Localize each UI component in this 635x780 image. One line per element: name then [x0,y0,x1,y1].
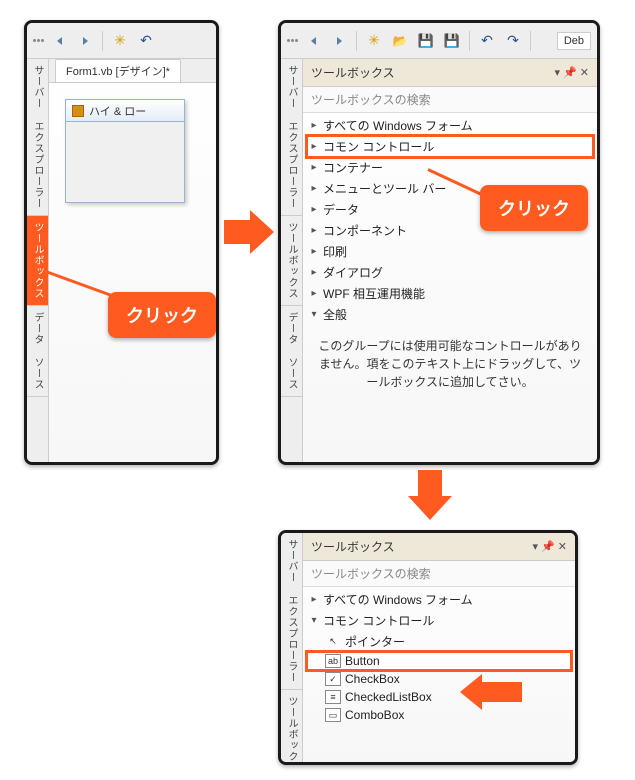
toolbox-search[interactable]: ツールボックスの検索 [303,561,575,587]
save-button[interactable]: 💾 [415,30,437,52]
controls-list: ↖ポインター abButton ✓CheckBox ≡CheckedListBo… [307,631,571,724]
category-containers[interactable]: コンテナー [307,157,593,178]
pin-icon[interactable]: ▾ 📌 ✕ [532,540,567,553]
save-all-button[interactable]: 💾 [441,30,463,52]
category-common-controls[interactable]: コモン コントロール [307,136,593,157]
designer-area: Form1.vb [デザイン]* ハイ & ロー [49,59,216,462]
checkbox-icon: ✓ [325,672,341,686]
pin-icon[interactable]: ▾ 📌 ✕ [554,66,589,79]
nav-dots-icon [33,39,44,42]
toolbar: ✳ ↶ [27,23,216,59]
form-icon [72,105,84,117]
toolbox-panel: ツールボックス ▾ 📌 ✕ ツールボックスの検索 すべての Windows フォ… [303,533,575,762]
document-tab[interactable]: Form1.vb [デザイン]* [55,59,181,82]
nav-back-button[interactable] [302,30,324,52]
category-common-controls[interactable]: コモン コントロール [307,610,571,631]
vtab-data-sources[interactable]: データ ソース [27,306,48,397]
nav-dots-icon [287,39,298,42]
category-all-forms[interactable]: すべての Windows フォーム [307,115,593,136]
undo-button[interactable]: ↶ [135,30,157,52]
new-item-button[interactable]: ✳ [363,30,385,52]
form-body[interactable] [66,122,184,202]
configuration-dropdown[interactable]: Deb [557,32,591,50]
callout-click-1: クリック [108,292,216,338]
control-checkedlistbox[interactable]: ≡CheckedListBox [307,688,571,706]
document-tab-row: Form1.vb [デザイン]* [49,59,216,83]
vertical-tabs: サーバー エクスプローラー ツールボックス データ ソース [27,59,49,462]
category-dialogs[interactable]: ダイアログ [307,262,593,283]
arrow-down-icon [408,470,452,520]
nav-back-button[interactable] [48,30,70,52]
category-all-forms[interactable]: すべての Windows フォーム [307,589,571,610]
arrow-left-icon [460,674,522,710]
form-title-text: ハイ & ロー [89,103,146,119]
control-combobox[interactable]: ▭ComboBox [307,706,571,724]
callout-click-2: クリック [480,185,588,231]
toolbar-separator [102,31,103,51]
vtab-data-sources[interactable]: データ ソース [281,306,302,397]
vtab-server-explorer[interactable]: サーバー エクスプローラー [281,533,302,690]
control-pointer[interactable]: ↖ポインター [307,631,571,652]
vtab-server-explorer[interactable]: サーバー エクスプローラー [27,59,48,216]
panel-bottom: サーバー エクスプローラー ツールボックス ツールボックス ▾ 📌 ✕ ツールボ… [278,530,578,765]
toolbar-separator [356,31,357,51]
new-item-button[interactable]: ✳ [109,30,131,52]
panel-middle: ✳ 📂 💾 💾 ↶ ↷ Deb サーバー エクスプローラー ツールボックス デー… [278,20,600,465]
panel-left: ✳ ↶ サーバー エクスプローラー ツールボックス データ ソース Form1.… [24,20,219,465]
undo-button[interactable]: ↶ [476,30,498,52]
vtab-toolbox[interactable]: ツールボックス [27,216,48,306]
nav-forward-button[interactable] [74,30,96,52]
category-general[interactable]: 全般 [307,304,593,325]
pointer-icon: ↖ [325,635,341,649]
combobox-icon: ▭ [325,708,341,722]
control-checkbox[interactable]: ✓CheckBox [307,670,571,688]
nav-forward-button[interactable] [328,30,350,52]
toolbox-title: ツールボックス [311,538,395,555]
button-icon: ab [325,654,341,668]
category-wpf-interop[interactable]: WPF 相互運用機能 [307,283,593,304]
toolbox-tree: すべての Windows フォーム コモン コントロール ↖ポインター abBu… [303,587,575,726]
vertical-tabs: サーバー エクスプローラー ツールボックス データ ソース [281,59,303,462]
form-titlebar: ハイ & ロー [66,100,184,122]
search-placeholder: ツールボックスの検索 [311,567,431,581]
checkedlistbox-icon: ≡ [325,690,341,704]
toolbar: ✳ 📂 💾 💾 ↶ ↷ Deb [281,23,597,59]
vtab-toolbox[interactable]: ツールボックス [281,690,302,765]
vertical-tabs: サーバー エクスプローラー ツールボックス [281,533,303,762]
toolbox-title: ツールボックス [311,64,395,81]
vtab-toolbox[interactable]: ツールボックス [281,216,302,306]
toolbox-header: ツールボックス ▾ 📌 ✕ [303,533,575,561]
category-printing[interactable]: 印刷 [307,241,593,262]
control-button[interactable]: abButton [307,652,571,670]
redo-button[interactable]: ↷ [502,30,524,52]
toolbar-separator [530,31,531,51]
vtab-server-explorer[interactable]: サーバー エクスプローラー [281,59,302,216]
form-window[interactable]: ハイ & ロー [65,99,185,203]
toolbox-header: ツールボックス ▾ 📌 ✕ [303,59,597,87]
search-placeholder: ツールボックスの検索 [311,93,431,107]
toolbox-search[interactable]: ツールボックスの検索 [303,87,597,113]
open-button[interactable]: 📂 [389,30,411,52]
empty-group-message: このグループには使用可能なコントロールがありません。項をこのテキスト上にドラッグ… [303,327,597,401]
toolbar-separator [469,31,470,51]
form-designer[interactable]: ハイ & ロー [49,83,216,219]
toolbox-panel: ツールボックス ▾ 📌 ✕ ツールボックスの検索 すべての Windows フォ… [303,59,597,462]
arrow-right-icon [224,210,274,254]
